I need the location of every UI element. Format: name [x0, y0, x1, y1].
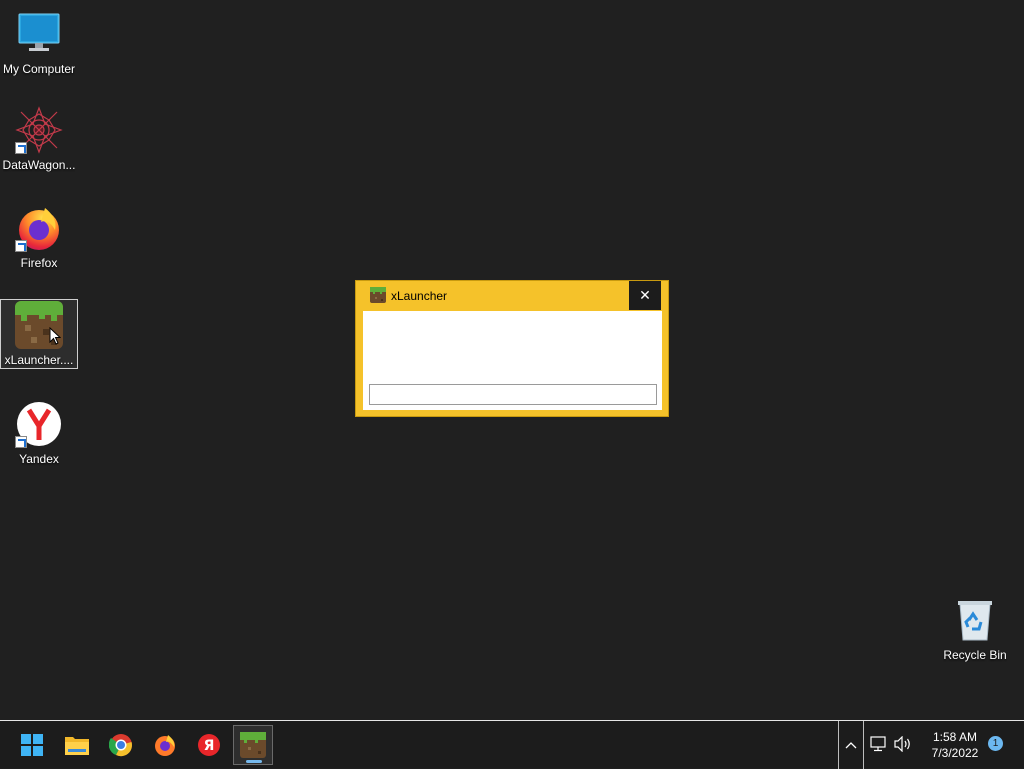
firefox-icon — [155, 735, 175, 756]
monitor-icon — [15, 10, 63, 58]
taskbar-xlauncher[interactable] — [233, 725, 273, 765]
recycle-bin-icon — [951, 596, 999, 644]
clock[interactable]: 1:58 AM 7/3/2022 — [920, 729, 990, 761]
desktop-icon-label: My Computer — [2, 62, 76, 76]
desktop-icon-firefox[interactable]: Firefox — [0, 202, 78, 272]
desktop-icon-recycle-bin[interactable]: Recycle Bin — [936, 594, 1014, 664]
shortcut-arrow-icon — [15, 436, 27, 448]
clock-time: 1:58 AM — [932, 730, 978, 744]
network-icon[interactable] — [870, 736, 888, 757]
desktop-icon-label: DataWagon... — [2, 158, 76, 172]
yandex-icon — [15, 400, 63, 448]
taskbar-yandex[interactable]: Я — [189, 725, 229, 765]
shortcut-arrow-icon — [15, 240, 27, 252]
close-icon: ✕ — [639, 287, 651, 303]
start-icon — [21, 734, 43, 756]
dialog-content — [363, 311, 662, 410]
tray-overflow-button[interactable] — [838, 721, 864, 769]
taskbar: Я 1:58 AM 7/3/2022 — [0, 720, 1024, 769]
close-button[interactable]: ✕ — [629, 281, 661, 310]
desktop-icon-label: Firefox — [20, 256, 58, 270]
file-explorer-icon — [65, 737, 89, 755]
xlauncher-icon — [15, 301, 63, 349]
desktop-icon-yandex[interactable]: Yandex — [0, 398, 78, 468]
start-button[interactable] — [12, 725, 52, 765]
desktop-icon-my-computer[interactable]: My Computer — [0, 8, 78, 78]
datawagon-icon — [15, 106, 63, 154]
svg-text:Я: Я — [204, 738, 215, 754]
progress-field[interactable] — [369, 384, 657, 405]
xlauncher-dialog: xLauncher ✕ — [355, 280, 669, 417]
xlauncher-icon — [370, 287, 386, 303]
dialog-title: xLauncher — [391, 289, 448, 303]
desktop-icon-label: Recycle Bin — [943, 648, 1007, 662]
mouse-cursor-icon — [49, 327, 61, 345]
desktop-icon-xlauncher[interactable]: xLauncher.... — [0, 299, 78, 369]
volume-icon[interactable] — [894, 735, 912, 757]
desktop-icon-label: xLauncher.... — [4, 353, 74, 367]
notification-badge[interactable]: 1 — [988, 736, 1003, 751]
firefox-icon — [15, 204, 63, 252]
clock-date: 7/3/2022 — [931, 746, 979, 760]
taskbar-firefox[interactable] — [145, 725, 185, 765]
desktop: My Computer DataWagon... Firefox xLaunch… — [0, 0, 1024, 720]
xlauncher-icon — [240, 732, 266, 758]
chrome-icon — [109, 734, 132, 757]
chevron-up-icon — [845, 742, 857, 749]
desktop-icon-label: Yandex — [19, 452, 59, 466]
taskbar-chrome[interactable] — [101, 725, 141, 765]
desktop-icon-datawagon[interactable]: DataWagon... — [0, 104, 78, 174]
taskbar-file-explorer[interactable] — [57, 725, 97, 765]
yandex-icon: Я — [198, 734, 220, 756]
shortcut-arrow-icon — [15, 142, 27, 154]
dialog-titlebar[interactable]: xLauncher ✕ — [356, 281, 668, 311]
